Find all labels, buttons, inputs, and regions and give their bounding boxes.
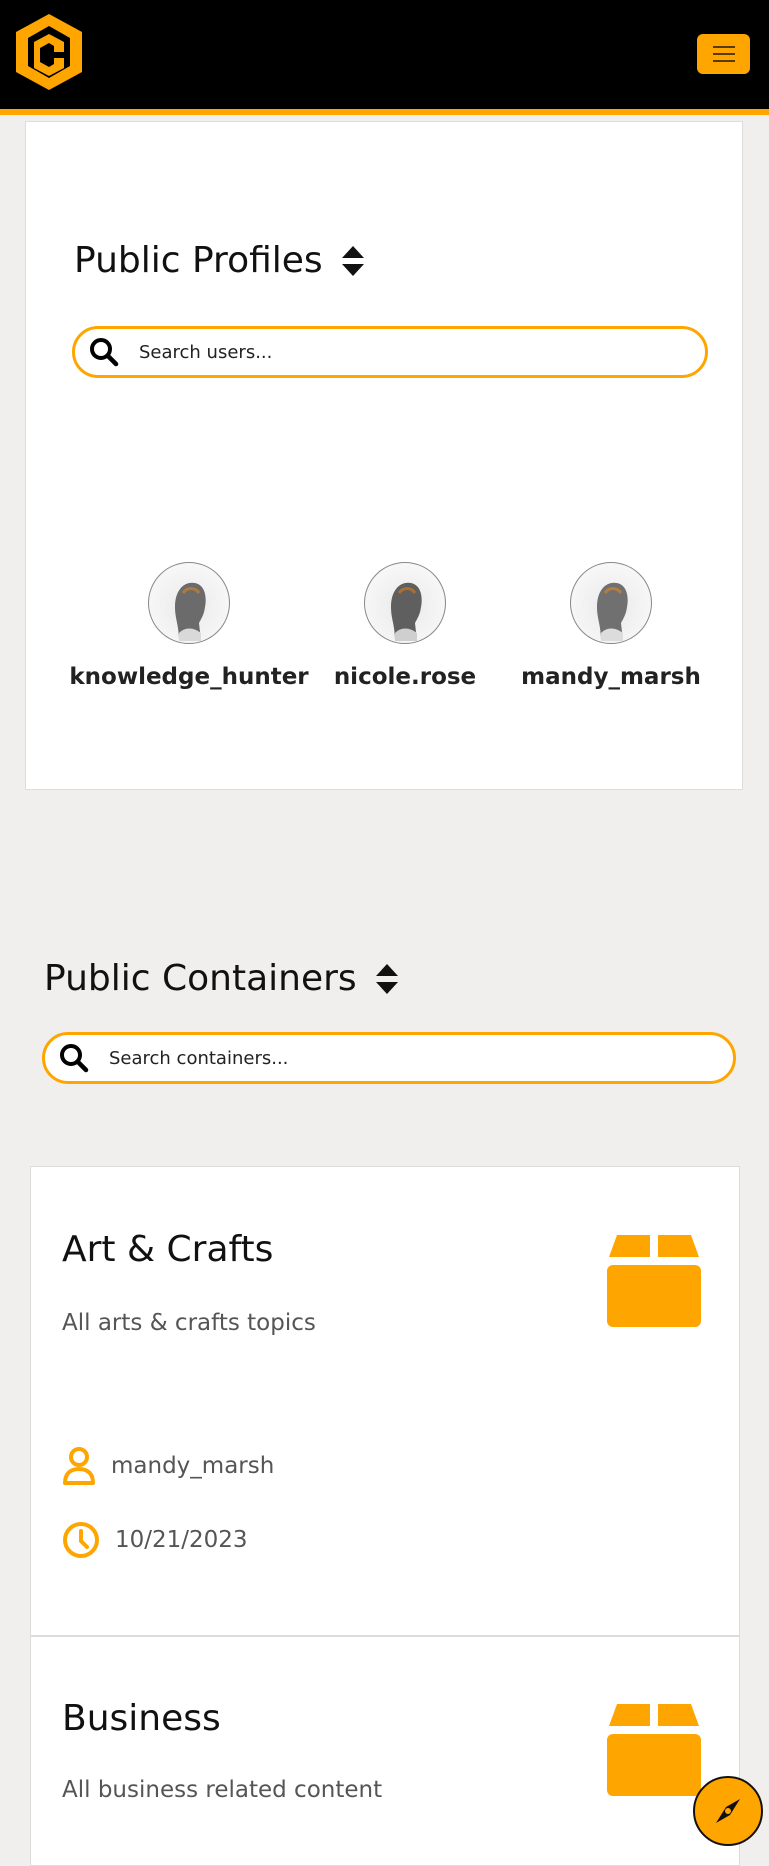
profile-name[interactable]: mandy_marsh <box>511 664 711 690</box>
containers-heading: Public Containers <box>44 958 399 999</box>
container-card[interactable]: Art & Crafts All arts & crafts topics ma… <box>30 1166 740 1636</box>
container-date: 10/21/2023 <box>115 1527 248 1553</box>
clock-icon <box>63 1522 99 1558</box>
search-icon <box>90 338 119 367</box>
container-search-box[interactable] <box>42 1032 736 1084</box>
profiles-title: Public Profiles <box>74 240 323 281</box>
sort-icon[interactable] <box>341 244 365 278</box>
public-profiles-card: Public Profiles knowledge_hunter <box>25 121 743 790</box>
container-title[interactable]: Business <box>62 1698 221 1739</box>
search-icon <box>60 1044 89 1073</box>
container-search-input[interactable] <box>107 1046 662 1070</box>
top-navbar <box>0 0 769 115</box>
container-title[interactable]: Art & Crafts <box>62 1229 273 1270</box>
profile-name[interactable]: knowledge_hunter <box>69 664 309 690</box>
avatar <box>148 562 230 644</box>
date-row: 10/21/2023 <box>62 1521 248 1559</box>
menu-toggle-button[interactable] <box>697 34 750 74</box>
avatar-image <box>597 582 628 641</box>
container-description: All arts & crafts topics <box>62 1310 316 1336</box>
site-logo[interactable] <box>12 12 86 92</box>
avatar-image <box>175 582 206 641</box>
explore-fab-button[interactable] <box>693 1776 763 1846</box>
box-icon <box>607 1704 701 1796</box>
container-description: All business related content <box>62 1777 383 1803</box>
user-icon <box>63 1447 95 1485</box>
avatar <box>364 562 446 644</box>
profile-item[interactable]: nicole.rose <box>290 562 520 690</box>
owner-row: mandy_marsh <box>62 1446 274 1486</box>
avatar <box>570 562 652 644</box>
profile-item[interactable]: knowledge_hunter <box>69 562 309 690</box>
container-card[interactable]: Business All business related content <box>30 1636 740 1866</box>
profile-name[interactable]: nicole.rose <box>290 664 520 690</box>
user-search-input[interactable] <box>137 340 645 364</box>
container-owner[interactable]: mandy_marsh <box>111 1453 274 1479</box>
containers-title: Public Containers <box>44 958 357 999</box>
box-icon <box>607 1235 701 1327</box>
hamburger-icon <box>712 46 735 48</box>
compass-icon <box>716 1799 740 1823</box>
profile-item[interactable]: mandy_marsh <box>511 562 711 690</box>
profiles-heading: Public Profiles <box>74 240 365 281</box>
user-search-box[interactable] <box>72 326 708 378</box>
avatar-image <box>391 582 422 641</box>
sort-icon[interactable] <box>375 962 399 996</box>
